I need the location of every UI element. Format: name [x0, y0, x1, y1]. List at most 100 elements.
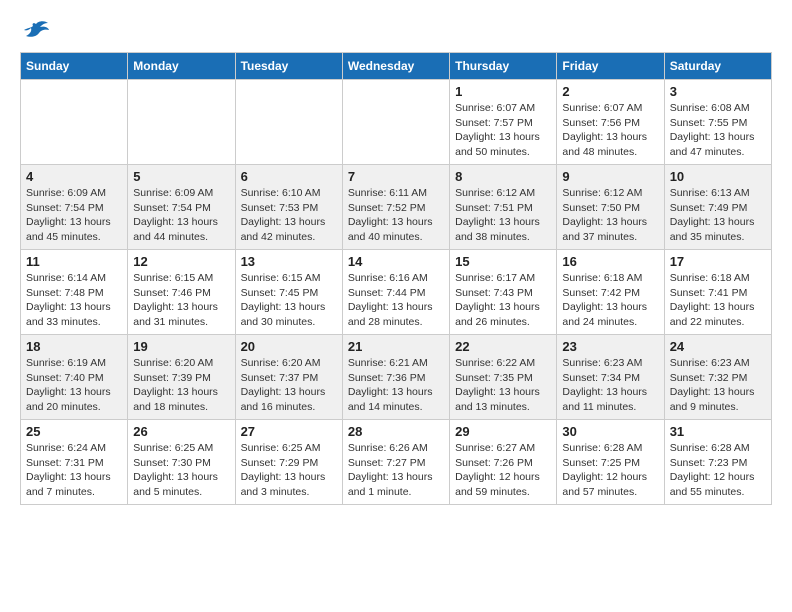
calendar-cell: 29 Sunrise: 6:27 AM Sunset: 7:26 PM Dayli…: [450, 420, 557, 505]
calendar-week-row: 4Sunrise: 6:09 AM Sunset: 7:54 PM Daylig…: [21, 165, 772, 250]
day-info: Sunrise: 6:28 AM Sunset: 7:23 PM Dayligh…: [670, 441, 766, 500]
day-info: Sunrise: 6:14 AM Sunset: 7:48 PM Dayligh…: [26, 271, 122, 330]
calendar-cell: 15 Sunrise: 6:17 AM Sunset: 7:43 PM Dayli…: [450, 250, 557, 335]
day-info: Sunrise: 6:07 AM Sunset: 7:57 PM Dayligh…: [455, 101, 551, 160]
day-of-week-header: Tuesday: [235, 53, 342, 80]
day-info: Sunrise: 6:12 AM Sunset: 7:50 PM Dayligh…: [562, 186, 658, 245]
calendar-cell: 8 Sunrise: 6:12 AM Sunset: 7:51 PM Daylig…: [450, 165, 557, 250]
day-number: 9: [562, 169, 658, 184]
day-number: 15: [455, 254, 551, 269]
day-number: 20: [241, 339, 337, 354]
calendar-table: SundayMondayTuesdayWednesdayThursdayFrid…: [20, 52, 772, 505]
day-info: Sunrise: 6:24 AM Sunset: 7:31 PM Dayligh…: [26, 441, 122, 500]
calendar-cell: 9 Sunrise: 6:12 AM Sunset: 7:50 PM Daylig…: [557, 165, 664, 250]
day-number: 24: [670, 339, 766, 354]
calendar-header: SundayMondayTuesdayWednesdayThursdayFrid…: [21, 53, 772, 80]
day-number: 10: [670, 169, 766, 184]
calendar-week-row: 25 Sunrise: 6:24 AM Sunset: 7:31 PM Dayli…: [21, 420, 772, 505]
calendar-cell: 23Sunrise: 6:23 AM Sunset: 7:34 PM Dayli…: [557, 335, 664, 420]
day-info: Sunrise: 6:12 AM Sunset: 7:51 PM Dayligh…: [455, 186, 551, 245]
day-number: 31: [670, 424, 766, 439]
day-number: 25: [26, 424, 122, 439]
day-info: Sunrise: 6:21 AM Sunset: 7:36 PM Dayligh…: [348, 356, 444, 415]
calendar-cell: 20 Sunrise: 6:20 AM Sunset: 7:37 PM Dayli…: [235, 335, 342, 420]
calendar-cell: 11 Sunrise: 6:14 AM Sunset: 7:48 PM Dayli…: [21, 250, 128, 335]
day-number: 16: [562, 254, 658, 269]
day-number: 22: [455, 339, 551, 354]
day-info: Sunrise: 6:22 AM Sunset: 7:35 PM Dayligh…: [455, 356, 551, 415]
calendar-cell: 19 Sunrise: 6:20 AM Sunset: 7:39 PM Dayli…: [128, 335, 235, 420]
calendar-week-row: 11 Sunrise: 6:14 AM Sunset: 7:48 PM Dayli…: [21, 250, 772, 335]
calendar-cell: 22 Sunrise: 6:22 AM Sunset: 7:35 PM Dayli…: [450, 335, 557, 420]
day-number: 4: [26, 169, 122, 184]
calendar-cell: 14 Sunrise: 6:16 AM Sunset: 7:44 PM Dayli…: [342, 250, 449, 335]
day-info: Sunrise: 6:20 AM Sunset: 7:37 PM Dayligh…: [241, 356, 337, 415]
calendar-cell: [128, 80, 235, 165]
day-number: 26: [133, 424, 229, 439]
calendar-cell: [235, 80, 342, 165]
day-number: 29: [455, 424, 551, 439]
day-info: Sunrise: 6:16 AM Sunset: 7:44 PM Dayligh…: [348, 271, 444, 330]
day-info: Sunrise: 6:23 AM Sunset: 7:32 PM Dayligh…: [670, 356, 766, 415]
day-info: Sunrise: 6:11 AM Sunset: 7:52 PM Dayligh…: [348, 186, 444, 245]
calendar-cell: 17 Sunrise: 6:18 AM Sunset: 7:41 PM Dayli…: [664, 250, 771, 335]
day-info: Sunrise: 6:13 AM Sunset: 7:49 PM Dayligh…: [670, 186, 766, 245]
day-info: Sunrise: 6:19 AM Sunset: 7:40 PM Dayligh…: [26, 356, 122, 415]
day-number: 19: [133, 339, 229, 354]
day-number: 30: [562, 424, 658, 439]
calendar-cell: 26 Sunrise: 6:25 AM Sunset: 7:30 PM Dayli…: [128, 420, 235, 505]
day-number: 18: [26, 339, 122, 354]
calendar-cell: 16 Sunrise: 6:18 AM Sunset: 7:42 PM Dayli…: [557, 250, 664, 335]
day-info: Sunrise: 6:07 AM Sunset: 7:56 PM Dayligh…: [562, 101, 658, 160]
day-number: 5: [133, 169, 229, 184]
day-number: 27: [241, 424, 337, 439]
day-info: Sunrise: 6:10 AM Sunset: 7:53 PM Dayligh…: [241, 186, 337, 245]
calendar-cell: 2 Sunrise: 6:07 AM Sunset: 7:56 PM Daylig…: [557, 80, 664, 165]
calendar-cell: 10 Sunrise: 6:13 AM Sunset: 7:49 PM Dayli…: [664, 165, 771, 250]
day-number: 7: [348, 169, 444, 184]
day-number: 2: [562, 84, 658, 99]
calendar-cell: 24 Sunrise: 6:23 AM Sunset: 7:32 PM Dayli…: [664, 335, 771, 420]
day-info: Sunrise: 6:08 AM Sunset: 7:55 PM Dayligh…: [670, 101, 766, 160]
day-info: Sunrise: 6:18 AM Sunset: 7:42 PM Dayligh…: [562, 271, 658, 330]
day-number: 17: [670, 254, 766, 269]
day-header-row: SundayMondayTuesdayWednesdayThursdayFrid…: [21, 53, 772, 80]
day-info: Sunrise: 6:27 AM Sunset: 7:26 PM Dayligh…: [455, 441, 551, 500]
calendar-cell: 13 Sunrise: 6:15 AM Sunset: 7:45 PM Dayli…: [235, 250, 342, 335]
day-info: Sunrise: 6:25 AM Sunset: 7:30 PM Dayligh…: [133, 441, 229, 500]
day-info: Sunrise: 6:20 AM Sunset: 7:39 PM Dayligh…: [133, 356, 229, 415]
day-number: 14: [348, 254, 444, 269]
calendar-cell: 4Sunrise: 6:09 AM Sunset: 7:54 PM Daylig…: [21, 165, 128, 250]
calendar-week-row: 1 Sunrise: 6:07 AM Sunset: 7:57 PM Daylig…: [21, 80, 772, 165]
day-number: 13: [241, 254, 337, 269]
header: [20, 20, 772, 42]
day-of-week-header: Monday: [128, 53, 235, 80]
day-number: 6: [241, 169, 337, 184]
day-info: Sunrise: 6:25 AM Sunset: 7:29 PM Dayligh…: [241, 441, 337, 500]
day-number: 3: [670, 84, 766, 99]
day-number: 12: [133, 254, 229, 269]
calendar-cell: 7 Sunrise: 6:11 AM Sunset: 7:52 PM Daylig…: [342, 165, 449, 250]
calendar-cell: 3 Sunrise: 6:08 AM Sunset: 7:55 PM Daylig…: [664, 80, 771, 165]
calendar-cell: 28Sunrise: 6:26 AM Sunset: 7:27 PM Dayli…: [342, 420, 449, 505]
calendar-cell: 25 Sunrise: 6:24 AM Sunset: 7:31 PM Dayli…: [21, 420, 128, 505]
calendar-week-row: 18 Sunrise: 6:19 AM Sunset: 7:40 PM Dayli…: [21, 335, 772, 420]
day-of-week-header: Sunday: [21, 53, 128, 80]
calendar-cell: 18 Sunrise: 6:19 AM Sunset: 7:40 PM Dayli…: [21, 335, 128, 420]
calendar-cell: 30Sunrise: 6:28 AM Sunset: 7:25 PM Dayli…: [557, 420, 664, 505]
day-info: Sunrise: 6:17 AM Sunset: 7:43 PM Dayligh…: [455, 271, 551, 330]
day-of-week-header: Wednesday: [342, 53, 449, 80]
day-number: 11: [26, 254, 122, 269]
calendar-cell: 21 Sunrise: 6:21 AM Sunset: 7:36 PM Dayli…: [342, 335, 449, 420]
calendar-body: 1 Sunrise: 6:07 AM Sunset: 7:57 PM Daylig…: [21, 80, 772, 505]
day-number: 21: [348, 339, 444, 354]
day-number: 1: [455, 84, 551, 99]
day-number: 8: [455, 169, 551, 184]
logo: [20, 20, 50, 42]
day-info: Sunrise: 6:15 AM Sunset: 7:46 PM Dayligh…: [133, 271, 229, 330]
day-info: Sunrise: 6:18 AM Sunset: 7:41 PM Dayligh…: [670, 271, 766, 330]
calendar-cell: 31 Sunrise: 6:28 AM Sunset: 7:23 PM Dayli…: [664, 420, 771, 505]
day-info: Sunrise: 6:15 AM Sunset: 7:45 PM Dayligh…: [241, 271, 337, 330]
calendar-cell: [342, 80, 449, 165]
calendar-cell: 5Sunrise: 6:09 AM Sunset: 7:54 PM Daylig…: [128, 165, 235, 250]
